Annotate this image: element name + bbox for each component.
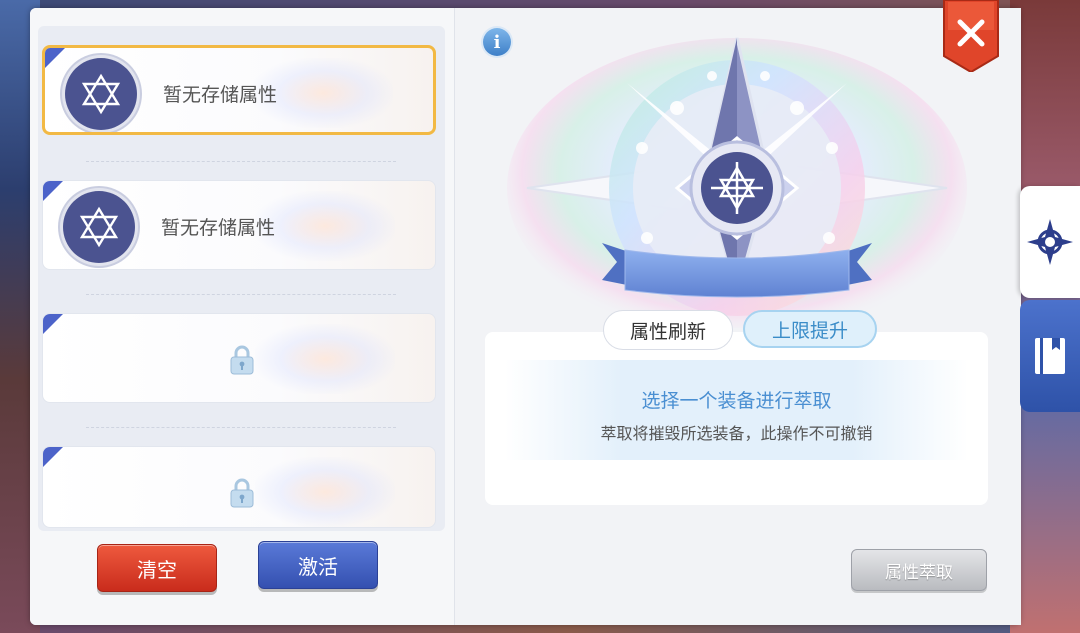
- slot-corner-marker: [43, 181, 66, 204]
- lock-icon: [229, 344, 255, 376]
- slot-corner-marker: [45, 48, 68, 71]
- info-title: 选择一个装备进行萃取: [641, 390, 832, 412]
- tab-attribute-refresh[interactable]: 属性刷新: [603, 310, 733, 350]
- hexagram-icon: [65, 58, 137, 130]
- storage-slot-2[interactable]: 暂无存储属性: [42, 180, 436, 270]
- slot-background-glow: [255, 324, 395, 394]
- compass-emblem: [507, 28, 967, 338]
- slot-background-glow: [255, 457, 395, 527]
- tab-limit-upgrade[interactable]: 上限提升: [743, 310, 877, 348]
- side-tab-compass[interactable]: [1020, 186, 1080, 298]
- close-button[interactable]: [942, 0, 1000, 74]
- slot-divider: [86, 161, 396, 162]
- storage-slot-3-locked[interactable]: [42, 313, 436, 403]
- extraction-panel: 暂无存储属性 暂无存储属性 清空 激活 i 选择一个装备进行萃取 萃取将摧毁所选…: [30, 8, 1021, 625]
- book-icon: [1035, 338, 1065, 374]
- info-description: 萃取将摧毁所选装备，此操作不可撤销: [600, 424, 873, 443]
- hexagram-icon: [63, 191, 135, 263]
- extraction-info-box: 选择一个装备进行萃取 萃取将摧毁所选装备，此操作不可撤销: [485, 332, 988, 505]
- slot-divider: [86, 294, 396, 295]
- side-tab-book[interactable]: [1020, 300, 1080, 412]
- slot-label: 暂无存储属性: [161, 217, 276, 239]
- extraction-pane: i 选择一个装备进行萃取 萃取将摧毁所选装备，此操作不可撤销 属性刷新 上限提升…: [454, 8, 1021, 625]
- storage-pane: 暂无存储属性 暂无存储属性 清空 激活: [30, 8, 454, 625]
- attribute-extract-button[interactable]: 属性萃取: [851, 549, 987, 591]
- slot-background-glow: [255, 191, 395, 261]
- compass-star-icon: [1027, 219, 1073, 265]
- storage-slot-list: 暂无存储属性 暂无存储属性: [38, 26, 445, 531]
- storage-slot-1[interactable]: 暂无存储属性: [42, 45, 436, 135]
- close-icon: [943, 0, 999, 74]
- storage-slot-4-locked[interactable]: [42, 446, 436, 528]
- slot-corner-marker: [43, 314, 66, 337]
- activate-button[interactable]: 激活: [258, 541, 378, 589]
- clear-button[interactable]: 清空: [97, 544, 217, 592]
- slot-corner-marker: [43, 447, 66, 470]
- slot-divider: [86, 427, 396, 428]
- slot-label: 暂无存储属性: [163, 84, 278, 106]
- lock-icon: [229, 477, 255, 509]
